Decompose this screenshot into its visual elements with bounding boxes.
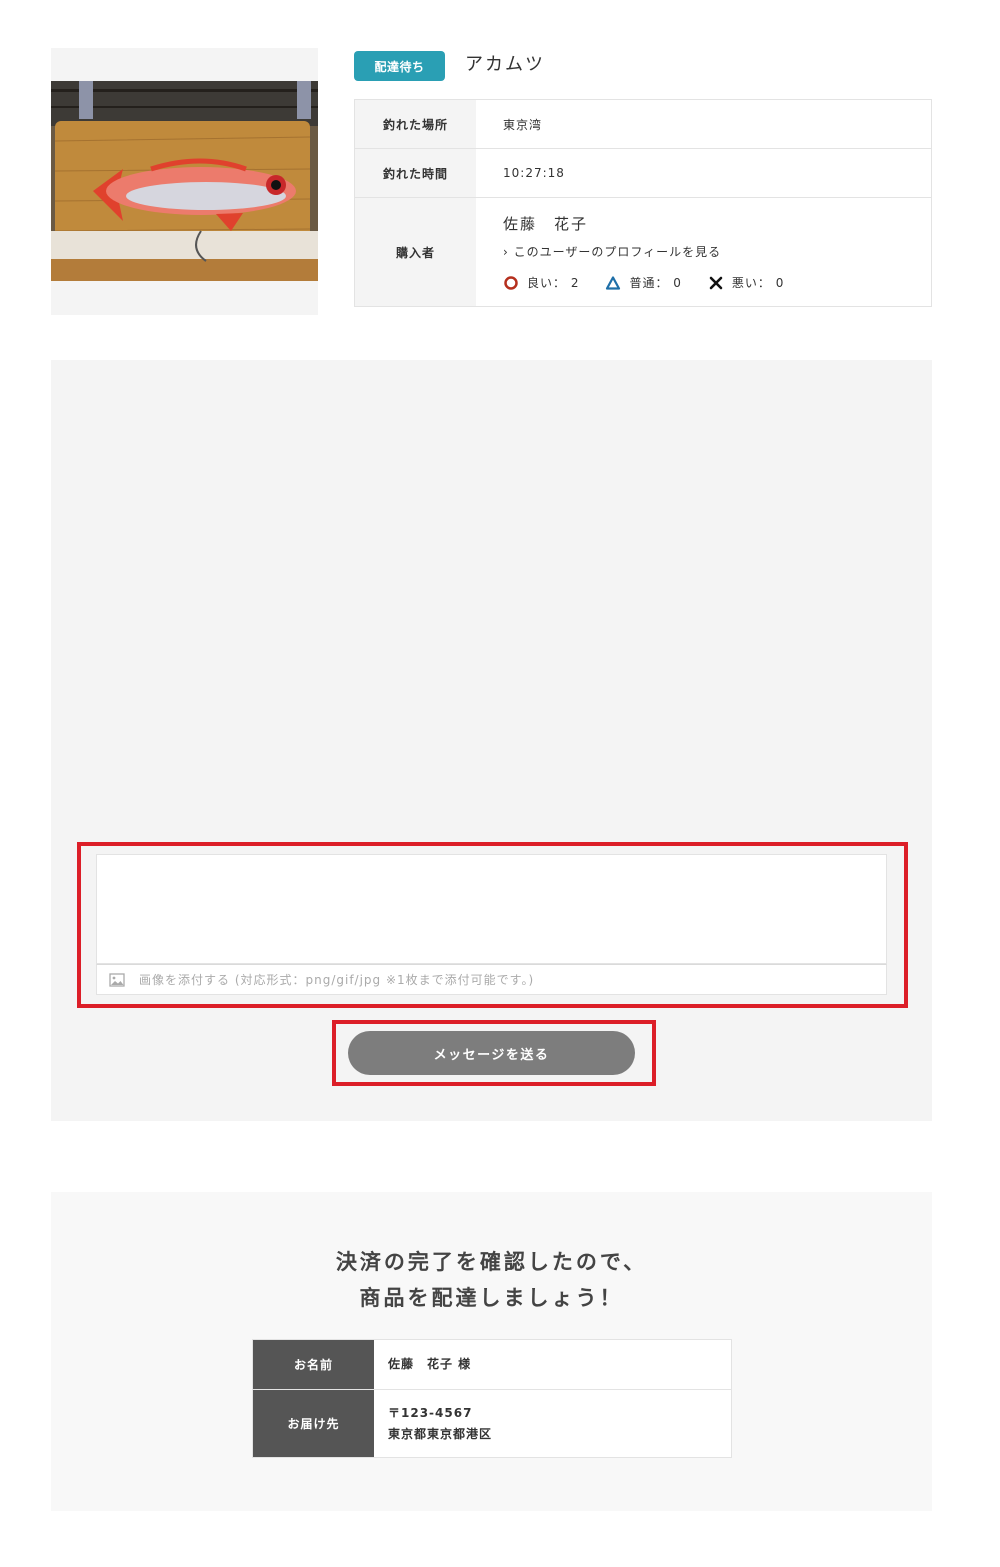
address-table: お名前 佐藤 花子 様 お届け先 〒123-4567 東京都東京都港区 (252, 1339, 732, 1458)
name-label: お名前 (253, 1340, 374, 1389)
buyer-label: 購入者 (355, 198, 476, 306)
delivery-heading-line2: 商品を配達しましょう！ (359, 1286, 624, 1310)
rating-bad-text: 悪い： 0 (731, 276, 785, 290)
buyer-cell: 佐藤 花子 › このユーザーのプロフィールを見る 良い： 2 普通： 0 悪い：… (476, 198, 931, 306)
rating-normal: 普通： 0 (605, 274, 681, 291)
addr-row-address: お届け先 〒123-4567 東京都東京都港区 (253, 1389, 731, 1457)
buyer-name: 佐藤 花子 (503, 215, 589, 233)
cross-icon (709, 276, 723, 289)
address-label: お届け先 (253, 1390, 374, 1457)
location-value: 東京湾 (503, 117, 543, 132)
rating-good: 良い： 2 (503, 274, 579, 291)
postal-code: 〒123-4567 (388, 1405, 473, 1420)
status-badge: 配達待ち (354, 51, 445, 81)
addr-row-name: お名前 佐藤 花子 様 (253, 1340, 731, 1389)
product-info-table: 釣れた場所 東京湾 釣れた時間 10:27:18 購入者 佐藤 花子 › このユ… (354, 99, 932, 307)
time-value: 10:27:18 (503, 166, 565, 180)
delivery-heading-line1: 決済の完了を確認したので、 (335, 1250, 648, 1274)
delivery-heading: 決済の完了を確認したので、 商品を配達しましょう！ (51, 1244, 932, 1316)
info-row-time: 釣れた時間 10:27:18 (355, 148, 931, 197)
info-row-buyer: 購入者 佐藤 花子 › このユーザーのプロフィールを見る 良い： 2 普通： 0 (355, 197, 931, 306)
highlight-send-button (332, 1020, 656, 1086)
rating-good-text: 良い： 2 (527, 276, 580, 290)
info-row-location: 釣れた場所 東京湾 (355, 100, 931, 148)
name-value: 佐藤 花子 様 (388, 1357, 472, 1371)
time-label: 釣れた時間 (355, 149, 476, 197)
rating-bad: 悪い： 0 (708, 274, 784, 291)
rating-normal-text: 普通： 0 (629, 276, 682, 290)
product-title: アカムツ (465, 54, 545, 75)
address-cell: 〒123-4567 東京都東京都港区 (374, 1390, 731, 1457)
buyer-ratings: 良い： 2 普通： 0 悪い： 0 (503, 274, 931, 291)
address-value: 東京都東京都港区 (388, 1426, 493, 1441)
highlight-message-box (77, 842, 908, 1008)
location-label: 釣れた場所 (355, 100, 476, 148)
product-image (51, 48, 318, 315)
circle-icon (504, 275, 518, 290)
fish-photo (51, 81, 318, 281)
profile-link[interactable]: › このユーザーのプロフィールを見る (503, 243, 931, 260)
triangle-icon (606, 275, 621, 290)
